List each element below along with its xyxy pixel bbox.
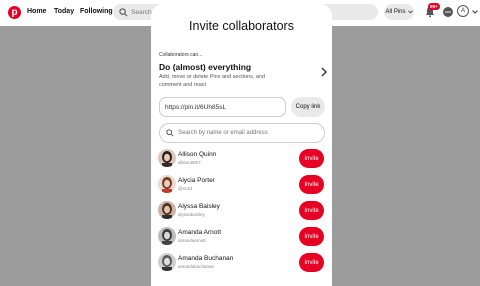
nav-today[interactable]: Today [54, 8, 74, 15]
share-link-value: https://pin.it/6Uh85sL [165, 103, 227, 111]
user-avatar[interactable] [158, 149, 176, 167]
permission-selector[interactable]: Do (almost) everything Add, move or dele… [159, 62, 329, 92]
user-avatar[interactable] [158, 175, 176, 193]
list-item: Amanda Buchanan amandabuchanan Invite [158, 253, 328, 275]
profile-avatar-letter: A [460, 8, 465, 14]
user-handle: amandabuchanan [178, 264, 215, 269]
logo-letter: p [11, 6, 18, 18]
invite-label: Invite [304, 181, 319, 188]
user-avatar[interactable] [158, 253, 176, 271]
invite-button[interactable]: Invite [299, 201, 324, 220]
chevron-down-icon [407, 10, 413, 14]
user-handle: alyssabaisley [178, 212, 205, 217]
notification-badge: 99+ [428, 3, 440, 10]
profile-avatar[interactable]: A [457, 5, 469, 17]
modal-title: Invite collaborators [189, 19, 294, 33]
permission-title: Do (almost) everything [159, 62, 252, 72]
invite-collaborators-modal: Invite collaborators Collaborators can..… [151, 4, 332, 286]
list-item: Alycia Porter @sc43 Invite [158, 175, 328, 197]
copy-link-button[interactable]: Copy link [291, 97, 325, 117]
user-avatar[interactable] [158, 227, 176, 245]
list-item: Allison Quinn allison0807 Invite [158, 149, 328, 171]
user-name: Amanda Buchanan [178, 255, 234, 262]
user-name: Alycia Porter [178, 177, 215, 184]
search-icon [119, 7, 128, 16]
user-name: Amanda Arnott [178, 229, 221, 236]
account-chevron-down-icon[interactable] [472, 9, 478, 15]
user-handle: @sc43 [178, 186, 193, 191]
user-handle: amandaarnott [178, 238, 206, 243]
invite-button[interactable]: Invite [299, 253, 324, 272]
nav-following[interactable]: Following [80, 8, 113, 15]
user-search-placeholder: Search by name or email address [178, 130, 268, 136]
user-name: Allison Quinn [178, 151, 217, 158]
top-search-placeholder: Search [131, 8, 152, 16]
pinterest-logo-icon[interactable]: p [8, 6, 21, 19]
invite-label: Invite [304, 207, 319, 214]
user-search-input[interactable]: Search by name or email address [159, 123, 325, 143]
all-pins-dropdown[interactable]: All Pins [384, 4, 414, 20]
user-avatar[interactable] [158, 201, 176, 219]
invite-button[interactable]: Invite [299, 227, 324, 246]
messages-icon[interactable] [442, 6, 454, 18]
user-name: Alyssa Baisley [178, 203, 220, 210]
all-pins-label: All Pins [385, 9, 406, 15]
permission-description: Add, move or delete Pins and sections, a… [159, 74, 266, 88]
nav-home[interactable]: Home [27, 8, 46, 15]
copy-link-label: Copy link [295, 104, 321, 110]
list-item: Alyssa Baisley alyssabaisley Invite [158, 201, 328, 223]
invite-label: Invite [304, 233, 319, 240]
invite-button[interactable]: Invite [299, 149, 324, 168]
share-link-field[interactable]: https://pin.it/6Uh85sL [159, 97, 286, 117]
chevron-right-icon [321, 67, 327, 77]
invite-label: Invite [304, 155, 319, 162]
invite-label: Invite [304, 259, 319, 266]
invite-button[interactable]: Invite [299, 175, 324, 194]
collaborators-can-label: Collaborators can... [159, 52, 203, 58]
user-handle: allison0807 [178, 160, 201, 165]
list-item: Amanda Arnott amandaarnott Invite [158, 227, 328, 249]
search-icon [166, 129, 174, 137]
